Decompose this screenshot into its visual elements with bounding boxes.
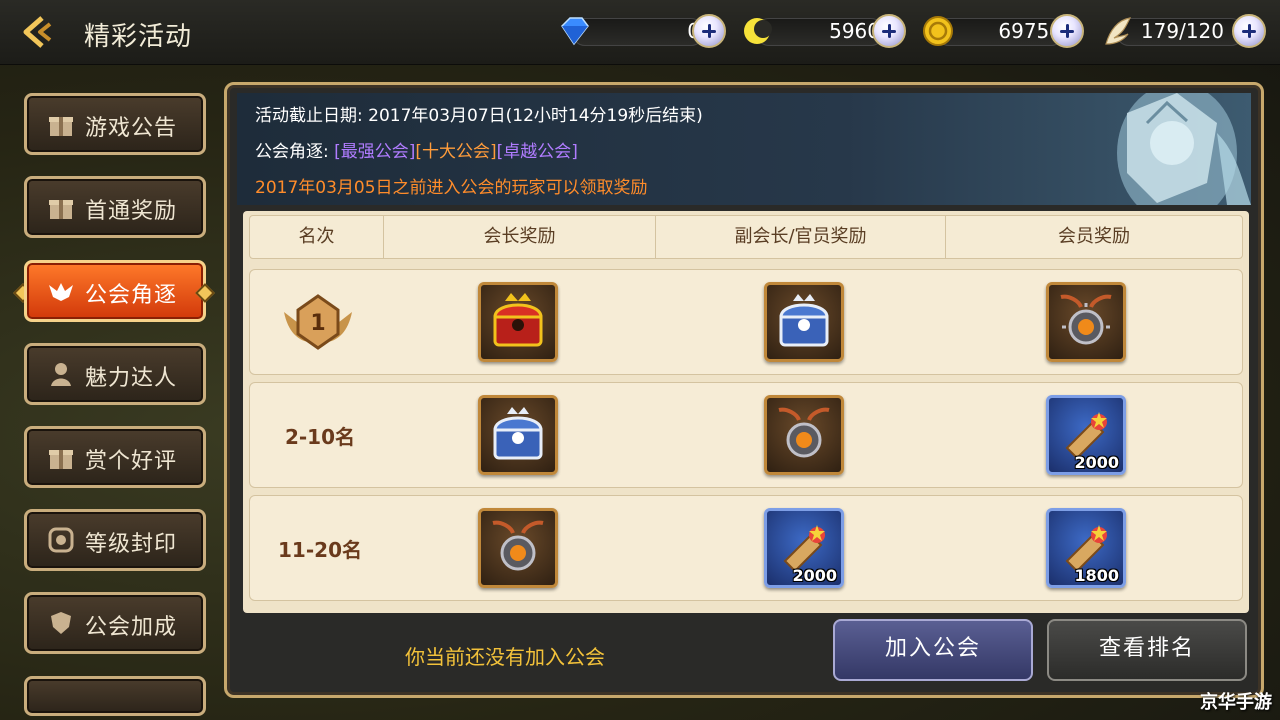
sidebar-item-label: 游戏公告 [85, 116, 178, 141]
crescent-icon [740, 14, 776, 48]
reward-item[interactable] [764, 282, 844, 362]
sidebar-item-label: 公会角逐 [85, 283, 178, 308]
rank-label: 11-20名 [278, 538, 362, 562]
shield-icon [51, 612, 71, 634]
reward-item[interactable]: 2000 [1046, 395, 1126, 475]
column-header-leader-reward: 会长奖励 [384, 216, 656, 258]
guild-contest-panel: 活动截止日期: 2017年03月07日(12小时14分19秒后结束) 公会角逐:… [224, 82, 1264, 698]
add-crescent-button[interactable] [872, 14, 906, 48]
sidebar-item-announcements[interactable]: 游戏公告 [24, 93, 206, 155]
tag-strongest-guild: [最强公会] [334, 142, 416, 162]
reward-count: 1800 [1074, 566, 1119, 585]
eligibility-note: 2017年03月05日之前进入公会的玩家可以领取奖励 [255, 178, 648, 198]
silver-chest-icon [493, 407, 543, 460]
reward-item[interactable] [478, 395, 558, 475]
crescent-counter: 5960 [740, 14, 912, 48]
tag-excellent-guild: [卓越公会] [496, 142, 578, 162]
crescent-value: 5960 [829, 19, 880, 43]
diamond-counter: 0 [556, 14, 732, 48]
reward-item[interactable]: 1800 [1046, 508, 1126, 588]
red-chest-icon [493, 293, 543, 347]
sidebar-item-guild-bonus[interactable]: 公会加成 [24, 592, 206, 654]
character-icon [51, 363, 71, 386]
watermark: 京华手游 [1200, 692, 1272, 713]
column-header-officer-reward: 副会长/官员奖励 [656, 216, 946, 258]
add-stamina-button[interactable] [1232, 14, 1266, 48]
spiked-medallion-icon [492, 520, 544, 571]
reward-count: 2000 [792, 566, 837, 585]
spiked-medallion-icon [1060, 294, 1112, 345]
top-bar: 精彩活动 0 5960 [0, 0, 1280, 65]
sidebar-item-rate-us[interactable]: 赏个好评 [24, 426, 206, 488]
gold-counter: 69754 [920, 14, 1090, 48]
gold-value: 69754 [998, 19, 1062, 43]
wing-icon [1100, 14, 1136, 48]
sidebar-item-guild-contest[interactable]: 公会角逐 [24, 260, 206, 322]
gift-icon [49, 117, 73, 136]
event-deadline: 活动截止日期: 2017年03月07日(12小时14分19秒后结束) [255, 106, 703, 126]
sidebar-item-level-seal[interactable]: 等级封印 [24, 509, 206, 571]
tag-top-ten-guild: [十大公会] [415, 142, 497, 162]
guild-status-message: 你当前还没有加入公会 [405, 645, 605, 669]
sidebar-item-label: 公会加成 [85, 615, 178, 640]
gold-coin-icon [920, 14, 956, 48]
add-gold-button[interactable] [1050, 14, 1084, 48]
svg-text:1: 1 [310, 311, 325, 336]
table-header: 名次 会长奖励 副会长/官员奖励 会员奖励 [249, 215, 1243, 259]
reward-item[interactable] [478, 282, 558, 362]
add-diamond-button[interactable] [692, 14, 726, 48]
sidebar-item-label: 赏个好评 [85, 449, 178, 474]
sidebar-item-label: 等级封印 [85, 532, 178, 557]
spiked-medallion-icon [778, 407, 830, 458]
join-guild-button[interactable]: 加入公会 [833, 619, 1033, 681]
reward-item[interactable] [1046, 282, 1126, 362]
reward-item[interactable] [478, 508, 558, 588]
back-button[interactable] [18, 12, 58, 52]
guild-contest-label: 公会角逐: [255, 142, 335, 162]
table-row: 1 [249, 269, 1243, 375]
guild-wings-icon [49, 283, 73, 301]
sidebar-item-charm-master[interactable]: 魅力达人 [24, 343, 206, 405]
back-arrow-icon [23, 16, 52, 48]
diamond-icon [556, 14, 592, 48]
activity-screen: 精彩活动 0 5960 [0, 0, 1280, 720]
gift-icon [49, 200, 73, 219]
reward-count: 2000 [1074, 453, 1119, 472]
sidebar-item-first-clear-rewards[interactable]: 首通奖励 [24, 176, 206, 238]
rank-1-badge-icon: 1 [284, 294, 352, 350]
table-row: 2-10名 2000 [249, 382, 1243, 488]
sidebar-item-more[interactable] [24, 676, 206, 716]
table-row: 11-20名 2000 1800 [249, 495, 1243, 601]
event-banner: 活动截止日期: 2017年03月07日(12小时14分19秒后结束) 公会角逐:… [237, 93, 1251, 205]
reward-item[interactable] [764, 395, 844, 475]
sidebar-item-label: 首通奖励 [85, 199, 178, 224]
guild-contest-categories: 公会角逐: [最强公会][十大公会][卓越公会] [255, 137, 578, 162]
reward-table: 名次 会长奖励 副会长/官员奖励 会员奖励 1 2-10名 2000 11-20… [243, 211, 1249, 613]
seal-icon [48, 527, 74, 553]
stamina-counter: 179/120 [1100, 14, 1272, 48]
diamond-value: 0 [596, 19, 700, 43]
column-header-rank: 名次 [250, 216, 384, 258]
reward-item[interactable]: 2000 [764, 508, 844, 588]
silver-chest-icon [779, 294, 829, 347]
gift-icon [49, 450, 73, 469]
rank-label: 2-10名 [284, 425, 356, 449]
column-header-member-reward: 会员奖励 [1058, 226, 1130, 247]
stamina-value: 179/120 [1140, 19, 1224, 43]
view-ranking-button[interactable]: 查看排名 [1047, 619, 1247, 681]
elf-character-art [1117, 93, 1251, 205]
page-title: 精彩活动 [84, 22, 193, 52]
sidebar-item-label: 魅力达人 [85, 366, 178, 391]
